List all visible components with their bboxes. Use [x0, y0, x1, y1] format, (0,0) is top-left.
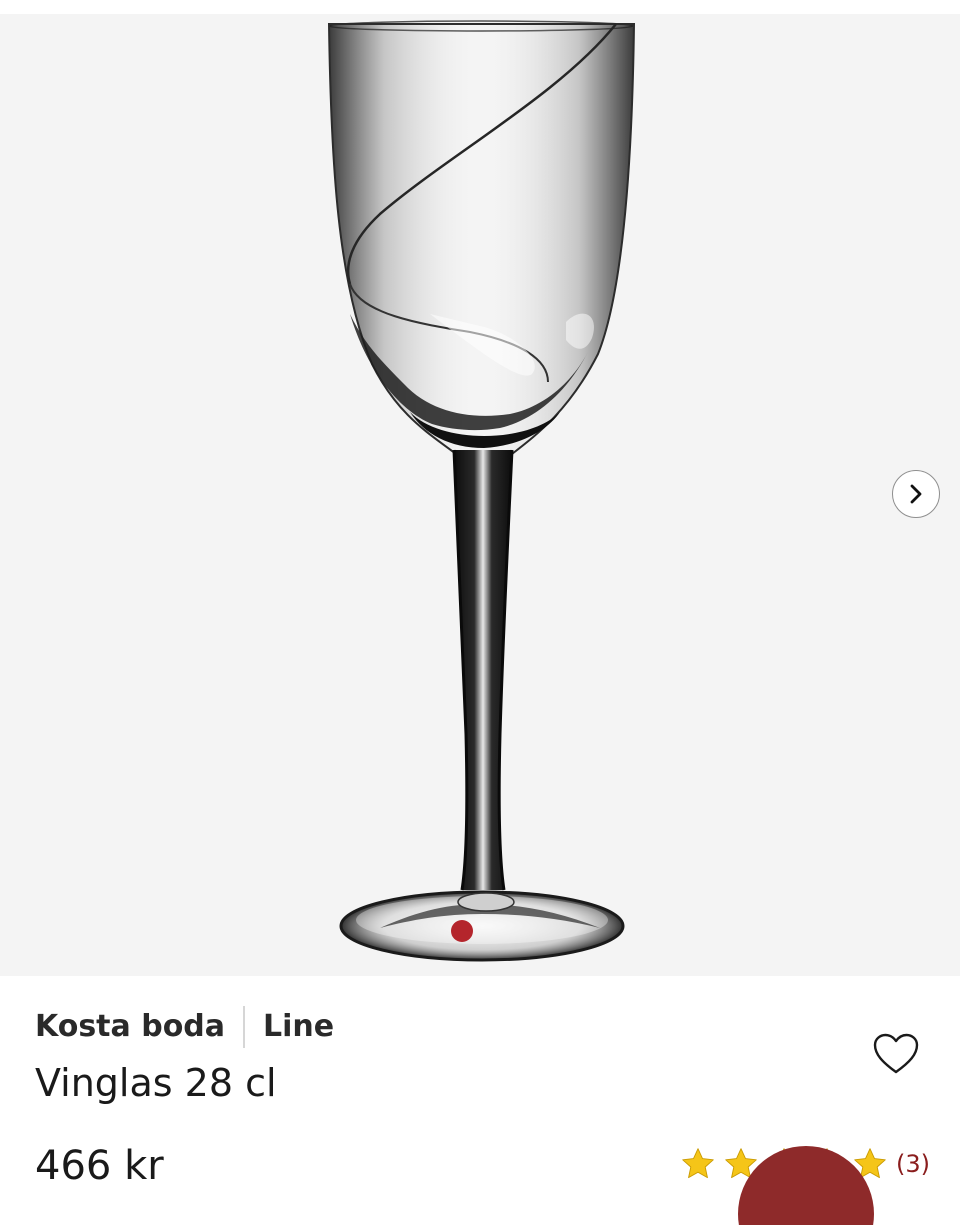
star-icon — [682, 1148, 714, 1179]
top-strip — [0, 0, 960, 14]
favorite-button[interactable] — [872, 1032, 920, 1076]
product-page: Kosta boda Line Vinglas 28 cl 466 kr (3) — [0, 0, 960, 1225]
collection-link[interactable]: Line — [263, 1006, 334, 1048]
review-count[interactable]: (3) — [896, 1150, 930, 1178]
brand-link[interactable]: Kosta boda — [35, 1006, 225, 1048]
next-image-button[interactable] — [892, 470, 940, 518]
chevron-right-icon — [910, 484, 922, 504]
brand-row: Kosta boda Line — [35, 1006, 334, 1048]
product-info: Kosta boda Line Vinglas 28 cl 466 kr (3) — [0, 976, 960, 1225]
product-title: Vinglas 28 cl — [35, 1061, 277, 1105]
heart-outline-icon — [873, 1033, 919, 1074]
product-image-wine-glass — [327, 20, 636, 962]
brand-divider — [243, 1006, 246, 1048]
product-gallery[interactable] — [0, 14, 960, 976]
product-price: 466 kr — [35, 1143, 164, 1189]
